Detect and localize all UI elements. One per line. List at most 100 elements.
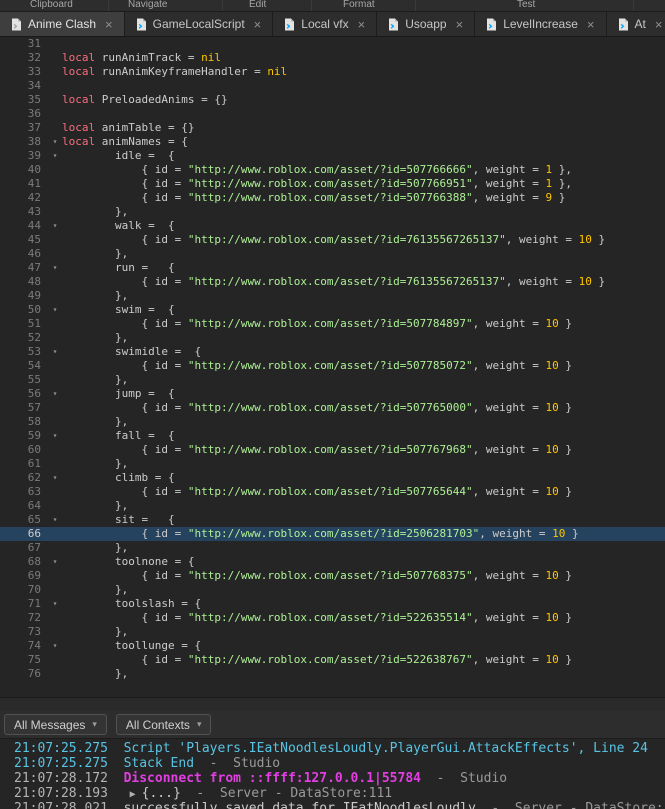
line-number[interactable]: 71 — [0, 597, 48, 611]
code-line[interactable]: 56 ▾ jump = { — [0, 387, 665, 401]
line-number[interactable]: 35 — [0, 93, 48, 107]
code-line[interactable]: 51 { id = "http://www.roblox.com/asset/?… — [0, 317, 665, 331]
line-number[interactable]: 57 — [0, 401, 48, 415]
line-number[interactable]: 62 — [0, 471, 48, 485]
line-number[interactable]: 46 — [0, 247, 48, 261]
code-line[interactable]: 62 ▾ climb = { — [0, 471, 665, 485]
code-line[interactable]: 48 { id = "http://www.roblox.com/asset/?… — [0, 275, 665, 289]
code-line[interactable]: 54 { id = "http://www.roblox.com/asset/?… — [0, 359, 665, 373]
code-line[interactable]: 40 { id = "http://www.roblox.com/asset/?… — [0, 163, 665, 177]
line-number[interactable]: 75 — [0, 653, 48, 667]
code-editor[interactable]: 31 32 local runAnimTrack = nil 33 local runA… — [0, 37, 665, 697]
code-line[interactable]: 64 }, — [0, 499, 665, 513]
line-number[interactable]: 72 — [0, 611, 48, 625]
line-number[interactable]: 53 — [0, 345, 48, 359]
document-tab-usoapp[interactable]: Usoapp × — [377, 12, 476, 36]
line-number[interactable]: 52 — [0, 331, 48, 345]
code-line[interactable]: 73 }, — [0, 625, 665, 639]
line-number[interactable]: 64 — [0, 499, 48, 513]
code-line[interactable]: 52 }, — [0, 331, 665, 345]
expand-arrow-icon[interactable]: ▶ — [124, 789, 142, 800]
close-icon[interactable]: × — [587, 18, 595, 31]
code-line[interactable]: 38 ▾ local animNames = { — [0, 135, 665, 149]
code-line[interactable]: 59 ▾ fall = { — [0, 429, 665, 443]
code-line[interactable]: 65 ▾ sit = { — [0, 513, 665, 527]
close-icon[interactable]: × — [655, 18, 663, 31]
code-line[interactable]: 43 }, — [0, 205, 665, 219]
line-number[interactable]: 73 — [0, 625, 48, 639]
code-line[interactable]: 35 local PreloadedAnims = {} — [0, 93, 665, 107]
line-number[interactable]: 56 — [0, 387, 48, 401]
line-number[interactable]: 50 — [0, 303, 48, 317]
line-number[interactable]: 61 — [0, 457, 48, 471]
fold-arrow-icon[interactable]: ▾ — [48, 303, 62, 317]
document-tab-at[interactable]: At × — [606, 12, 665, 36]
code-line[interactable]: 74 ▾ toollunge = { — [0, 639, 665, 653]
line-number[interactable]: 39 — [0, 149, 48, 163]
fold-arrow-icon[interactable]: ▾ — [48, 639, 62, 653]
line-number[interactable]: 69 — [0, 569, 48, 583]
line-number[interactable]: 74 — [0, 639, 48, 653]
code-line[interactable]: 69 { id = "http://www.roblox.com/asset/?… — [0, 569, 665, 583]
line-number[interactable]: 68 — [0, 555, 48, 569]
document-tab-gamelocalscript[interactable]: GameLocalScript × — [124, 12, 274, 36]
code-line[interactable]: 47 ▾ run = { — [0, 261, 665, 275]
code-line[interactable]: 53 ▾ swimidle = { — [0, 345, 665, 359]
line-number[interactable]: 55 — [0, 373, 48, 387]
line-number[interactable]: 32 — [0, 51, 48, 65]
code-line[interactable]: 45 { id = "http://www.roblox.com/asset/?… — [0, 233, 665, 247]
code-line[interactable]: 34 — [0, 79, 665, 93]
line-number[interactable]: 41 — [0, 177, 48, 191]
fold-arrow-icon[interactable]: ▾ — [48, 345, 62, 359]
code-line[interactable]: 42 { id = "http://www.roblox.com/asset/?… — [0, 191, 665, 205]
line-number[interactable]: 51 — [0, 317, 48, 331]
panel-splitter[interactable] — [0, 697, 665, 711]
fold-arrow-icon[interactable]: ▾ — [48, 555, 62, 569]
line-number[interactable]: 54 — [0, 359, 48, 373]
fold-arrow-icon[interactable]: ▾ — [48, 597, 62, 611]
line-number[interactable]: 63 — [0, 485, 48, 499]
line-number[interactable]: 76 — [0, 667, 48, 681]
code-line[interactable]: 55 }, — [0, 373, 665, 387]
code-line[interactable]: 60 { id = "http://www.roblox.com/asset/?… — [0, 443, 665, 457]
code-line[interactable]: 49 }, — [0, 289, 665, 303]
code-line[interactable]: 58 }, — [0, 415, 665, 429]
all-messages-filter[interactable]: All Messages ▾ — [4, 714, 107, 735]
line-number[interactable]: 42 — [0, 191, 48, 205]
close-icon[interactable]: × — [254, 18, 262, 31]
code-line[interactable]: 39 ▾ idle = { — [0, 149, 665, 163]
all-contexts-filter[interactable]: All Contexts ▾ — [115, 714, 212, 735]
close-icon[interactable]: × — [358, 18, 366, 31]
line-number[interactable]: 43 — [0, 205, 48, 219]
line-number[interactable]: 59 — [0, 429, 48, 443]
code-line[interactable]: 31 — [0, 37, 665, 51]
fold-arrow-icon[interactable]: ▾ — [48, 429, 62, 443]
document-tab-levelincrease[interactable]: LevelIncrease × — [475, 12, 607, 36]
line-number[interactable]: 60 — [0, 443, 48, 457]
line-number[interactable]: 45 — [0, 233, 48, 247]
code-line[interactable]: 33 local runAnimKeyframeHandler = nil — [0, 65, 665, 79]
code-line[interactable]: 68 ▾ toolnone = { — [0, 555, 665, 569]
code-line[interactable]: 61 }, — [0, 457, 665, 471]
line-number[interactable]: 40 — [0, 163, 48, 177]
output-log[interactable]: 21:07:25.275 Script 'Players.IEatNoodles… — [0, 739, 665, 809]
line-number[interactable]: 67 — [0, 541, 48, 555]
code-line[interactable]: 76 }, — [0, 667, 665, 681]
fold-arrow-icon[interactable]: ▾ — [48, 219, 62, 233]
line-number[interactable]: 58 — [0, 415, 48, 429]
fold-arrow-icon[interactable]: ▾ — [48, 261, 62, 275]
line-number[interactable]: 47 — [0, 261, 48, 275]
line-number[interactable]: 44 — [0, 219, 48, 233]
fold-arrow-icon[interactable]: ▾ — [48, 135, 62, 149]
code-line[interactable]: 71 ▾ toolslash = { — [0, 597, 665, 611]
document-tab-local-vfx[interactable]: Local vfx × — [273, 12, 378, 36]
code-line[interactable]: 70 }, — [0, 583, 665, 597]
code-line[interactable]: 63 { id = "http://www.roblox.com/asset/?… — [0, 485, 665, 499]
code-line[interactable]: 32 local runAnimTrack = nil — [0, 51, 665, 65]
line-number[interactable]: 70 — [0, 583, 48, 597]
close-icon[interactable]: × — [456, 18, 464, 31]
line-number[interactable]: 34 — [0, 79, 48, 93]
line-number[interactable]: 38 — [0, 135, 48, 149]
line-number[interactable]: 36 — [0, 107, 48, 121]
code-line[interactable]: 44 ▾ walk = { — [0, 219, 665, 233]
